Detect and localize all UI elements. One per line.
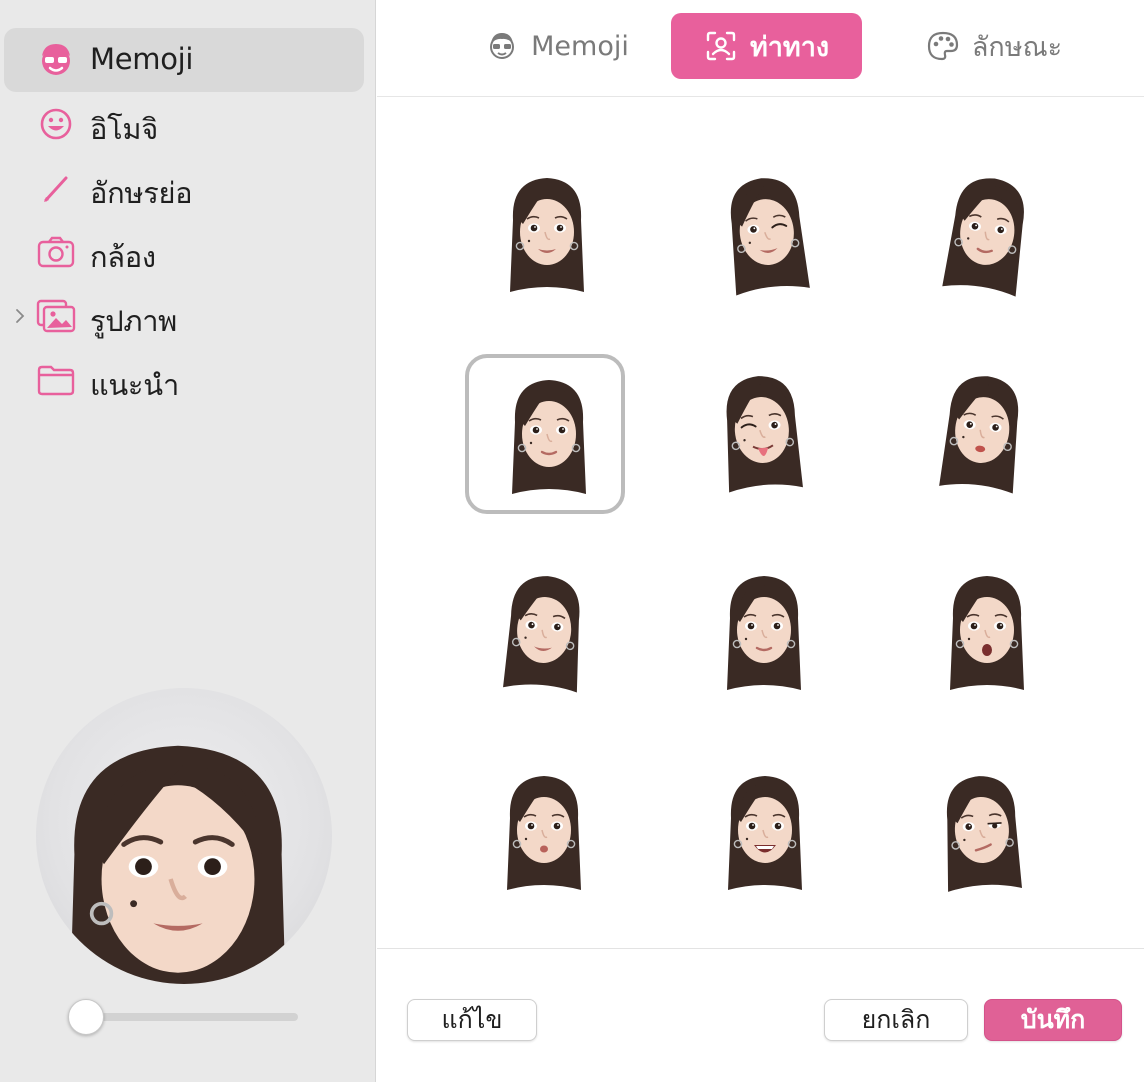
- pose-grid: [377, 98, 1144, 948]
- memoji-pose-8: [727, 576, 801, 690]
- zoom-slider-thumb[interactable]: [68, 999, 104, 1035]
- sidebar-item-label: กล้อง: [90, 240, 156, 274]
- pose-cell[interactable]: [684, 554, 844, 714]
- sidebar-item-suggestions[interactable]: แนะนำ: [4, 348, 364, 412]
- memoji-pose-11: [728, 776, 802, 890]
- sidebar-item-label: แนะนำ: [90, 368, 180, 402]
- memoji-pose-1: [510, 178, 584, 292]
- tab-poses[interactable]: ท่าทาง: [671, 13, 862, 79]
- pose-cell[interactable]: [907, 156, 1067, 316]
- memoji-pose-4: [512, 380, 586, 494]
- smiley-icon: [40, 108, 72, 140]
- memoji-pose-9: [950, 576, 1024, 690]
- memoji-avatar-preview: [70, 745, 286, 984]
- save-button[interactable]: บันทึก: [984, 999, 1122, 1041]
- pose-cell[interactable]: [682, 354, 842, 514]
- pose-cell[interactable]: [902, 754, 1062, 914]
- sidebar-item-monogram[interactable]: อักษรย่อ: [4, 156, 364, 220]
- memoji-pose-3: [942, 178, 1024, 297]
- sidebar-item-camera[interactable]: กล้อง: [4, 220, 364, 284]
- pencil-icon: [44, 176, 68, 202]
- pose-cell[interactable]: [464, 554, 624, 714]
- folder-icon: [37, 365, 75, 396]
- tab-bar: Memoji ท่าทาง ลักษณะ: [377, 0, 1144, 97]
- sidebar-item-label: อิโมจิ: [90, 112, 158, 146]
- palette-icon: [927, 31, 958, 61]
- tab-label: Memoji: [531, 30, 629, 62]
- chevron-right-icon[interactable]: [12, 304, 28, 328]
- tab-label: ลักษณะ: [971, 31, 1063, 63]
- memoji-face-icon: [490, 33, 515, 59]
- memoji-face-icon: [42, 44, 70, 75]
- sidebar-item-photos[interactable]: รูปภาพ: [4, 284, 364, 348]
- memoji-pose-6: [939, 376, 1019, 494]
- action-bar: แก้ไข ยกเลิก บันทึก: [377, 948, 1144, 1082]
- tab-appearance[interactable]: ลักษณะ: [903, 13, 1085, 79]
- memoji-pose-12: [946, 776, 1022, 892]
- camera-icon: [37, 236, 75, 268]
- sidebar-item-label: รูปภาพ: [90, 304, 178, 338]
- person-frame-icon: [706, 31, 736, 61]
- memoji-pose-5: [726, 376, 803, 493]
- pose-cell[interactable]: [687, 156, 847, 316]
- cancel-button[interactable]: ยกเลิก: [824, 999, 968, 1041]
- sidebar-item-label: อักษรย่อ: [90, 176, 193, 210]
- pose-cell[interactable]: [467, 156, 627, 316]
- photos-icon: [36, 299, 76, 333]
- sidebar-item-emoji[interactable]: อิโมจิ: [4, 92, 364, 156]
- pose-cell-selected[interactable]: [465, 354, 625, 514]
- sidebar-item-memoji[interactable]: Memoji: [4, 28, 364, 92]
- sidebar: Memoji อิโมจิ อักษรย่อ กล้อง รูปภาพ แนะน…: [0, 0, 376, 1082]
- sidebar-item-label: Memoji: [90, 42, 194, 76]
- memoji-pose-10: [507, 776, 581, 890]
- tab-label: ท่าทาง: [749, 31, 830, 63]
- zoom-slider-track[interactable]: [86, 1013, 298, 1021]
- edit-button[interactable]: แก้ไข: [407, 999, 537, 1041]
- memoji-pose-7: [503, 576, 580, 693]
- pose-cell[interactable]: [907, 554, 1067, 714]
- pose-cell[interactable]: [685, 754, 845, 914]
- memoji-pose-2: [730, 178, 810, 296]
- tab-memoji[interactable]: Memoji: [477, 13, 637, 79]
- memoji-preview: [36, 688, 332, 984]
- pose-cell[interactable]: [902, 354, 1062, 514]
- pose-cell[interactable]: [464, 754, 624, 914]
